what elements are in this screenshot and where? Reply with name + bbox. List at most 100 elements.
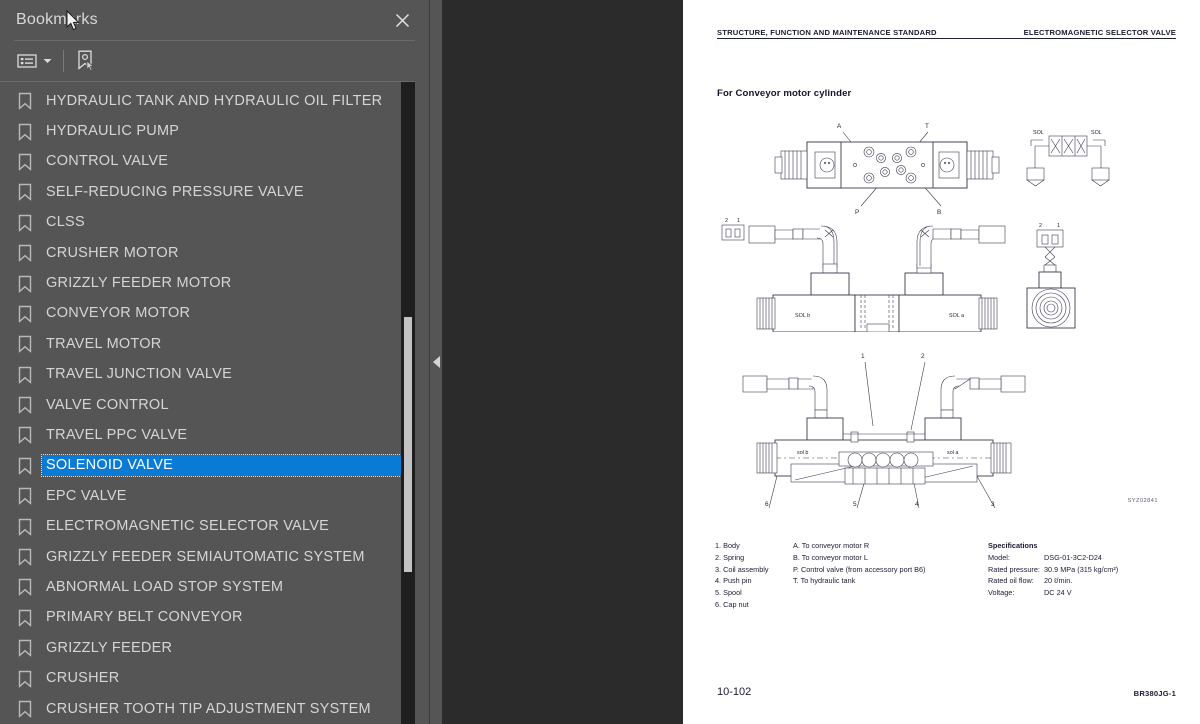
specifications-block: Specifications Model: DSG-01-3C2-D24 Rated… [988,540,1118,599]
chevron-left-icon [432,356,440,368]
bookmark-label: CONTROL VALVE [46,153,169,170]
bookmark-icon [18,275,32,293]
specification-key: Rated pressure: [988,564,1040,574]
svg-text:2: 2 [1039,223,1042,229]
bookmark-label: HYDRAULIC PUMP [46,123,180,140]
bookmark-item[interactable]: ABNORMAL LOAD STOP SYSTEM [0,572,415,602]
bookmark-icon [18,244,32,263]
bookmark-icon [18,670,32,688]
specification-value: DSG-01-3C2-D24 [1044,552,1102,562]
bookmark-icon [18,305,32,323]
bookmark-icon [18,153,32,172]
specification-key: Model: [988,552,1010,562]
specification-value: 30.9 MPa (315 kg/cm²) [1044,564,1119,574]
bookmark-item[interactable]: TRAVEL JUNCTION VALVE [0,360,415,390]
bookmark-icon [18,184,32,202]
panel-collapse-handle[interactable] [430,0,442,724]
close-icon[interactable] [389,7,415,33]
page-number: 10-102 [717,686,752,698]
specification-row: Model: DSG-01-3C2-D24 [988,552,1118,564]
toolbar-separator [63,50,64,72]
document-page: STRUCTURE, FUNCTION AND MAINTENANCE STAN… [683,0,1200,724]
svg-text:1: 1 [861,353,865,360]
bookmark-label: CRUSHER TOOTH TIP ADJUSTMENT SYSTEM [46,700,371,717]
svg-text:1: 1 [1057,223,1060,229]
panel-title: Bookmarks [16,11,98,28]
svg-text:1: 1 [737,218,740,224]
specification-value: 20 ℓ/min. [1044,576,1073,586]
specifications-heading: Specifications [988,541,1038,550]
svg-text:SOL: SOL [1033,130,1044,136]
svg-text:6: 6 [765,501,769,508]
bookmark-item[interactable]: EPC VALVE [0,481,415,511]
specification-key: Voltage: [988,588,1015,598]
bookmark-item[interactable]: GRIZZLY FEEDER MOTOR [0,268,415,298]
bookmark-label: EPC VALVE [46,487,127,504]
bookmark-item[interactable]: GRIZZLY FEEDER [0,633,415,663]
bookmark-item[interactable]: CRUSHER MOTOR [0,238,415,268]
bookmark-icon [18,518,32,536]
bookmark-icon [18,548,32,567]
bookmark-item[interactable]: HYDRAULIC TANK AND HYDRAULIC OIL FILTER [0,86,415,116]
figure-end-view: 21 [1017,218,1087,330]
bookmark-icon [18,700,32,719]
bookmark-label: HYDRAULIC TANK AND HYDRAULIC OIL FILTER [46,92,383,109]
bookmark-label: CLSS [46,214,85,231]
bookmark-label: VALVE CONTROL [46,396,169,413]
pdf-reader-window: Bookmarks HYDRAULIC TANK AND HYDRAULIC O… [0,0,1200,724]
list-options-icon[interactable] [14,47,40,75]
bookmark-item[interactable]: SELF-REDUCING PRESSURE VALVE [0,177,415,207]
legend-parts-column: 1. Body 2. Spring 3. Coil assembly 4. Push … [715,540,793,611]
bookmarks-scrollbar[interactable] [401,82,415,724]
specification-value: DC 24 V [1044,588,1072,598]
scrollbar-thumb[interactable] [404,317,412,572]
bookmark-item[interactable]: TRAVEL PPC VALVE [0,420,415,450]
svg-text:T: T [925,123,929,130]
svg-text:SOL a: SOL a [949,313,964,319]
svg-text:SOL: SOL [1091,130,1102,136]
legend-part-item: 2. Spring [715,552,745,562]
bookmark-item[interactable]: TRAVEL MOTOR [0,329,415,359]
bookmark-label: PRIMARY BELT CONVEYOR [46,609,243,626]
bookmarks-toolbar [0,41,429,81]
bookmark-label: CRUSHER MOTOR [46,244,179,261]
bookmark-label: CONVEYOR MOTOR [46,305,191,322]
specification-row: Rated pressure: 30.9 MPa (315 kg/cm²) [988,564,1118,576]
bookmark-label: TRAVEL JUNCTION VALVE [46,366,232,383]
bookmark-item-selected[interactable]: SOLENOID VALVE [0,451,415,481]
new-bookmark-icon[interactable] [73,47,99,75]
bookmark-item[interactable]: VALVE CONTROL [0,390,415,420]
bookmark-item[interactable]: CRUSHER [0,663,415,693]
bookmark-item[interactable]: CONTROL VALVE [0,147,415,177]
legend-part-item: 5. Spool [715,588,742,598]
specifications-rows: Model: DSG-01-3C2-D24 Rated pressure: 30.9 … [988,552,1118,599]
legend-part-item: 3. Coil assembly [715,564,769,574]
bookmark-item[interactable]: GRIZZLY FEEDER SEMIAUTOMATIC SYSTEM [0,542,415,572]
bookmark-label: SELF-REDUCING PRESSURE VALVE [46,183,304,200]
legend-part-item: 6. Cap nut [715,600,749,610]
svg-text:sol b: sol b [797,450,808,456]
figure-code: SYZ02841 [1127,498,1158,504]
specification-row: Voltage: DC 24 V [988,587,1118,599]
bookmark-label: GRIZZLY FEEDER [46,639,173,656]
bookmark-item[interactable]: CONVEYOR MOTOR [0,299,415,329]
bookmark-label: TRAVEL PPC VALVE [46,426,188,443]
svg-text:2: 2 [921,353,925,360]
bookmark-label: ELECTROMAGNETIC SELECTOR VALVE [46,518,330,535]
legend-part-item: 4. Push pin [715,576,752,586]
bookmark-item[interactable]: CLSS [0,208,415,238]
chevron-down-icon[interactable] [40,58,54,64]
svg-text:SOL b: SOL b [795,313,810,319]
bookmark-item[interactable]: PRIMARY BELT CONVEYOR [0,603,415,633]
bookmark-item[interactable]: HYDRAULIC PUMP [0,116,415,146]
bookmark-label: CRUSHER [46,670,120,687]
bookmark-item[interactable]: ELECTROMAGNETIC SELECTOR VALVE [0,511,415,541]
bookmark-icon [18,640,32,658]
header-left-text: STRUCTURE, FUNCTION AND MAINTENANCE STAN… [717,28,937,37]
specification-row: Rated oil flow: 20 ℓ/min. [988,575,1118,587]
bookmarks-list-container: HYDRAULIC TANK AND HYDRAULIC OIL FILTER H… [0,81,415,724]
bookmark-icon [18,457,32,475]
bookmarks-list[interactable]: HYDRAULIC TANK AND HYDRAULIC OIL FILTER H… [0,82,415,724]
svg-text:A: A [837,123,842,130]
bookmark-item[interactable]: CRUSHER TOOTH TIP ADJUSTMENT SYSTEM [0,694,415,724]
